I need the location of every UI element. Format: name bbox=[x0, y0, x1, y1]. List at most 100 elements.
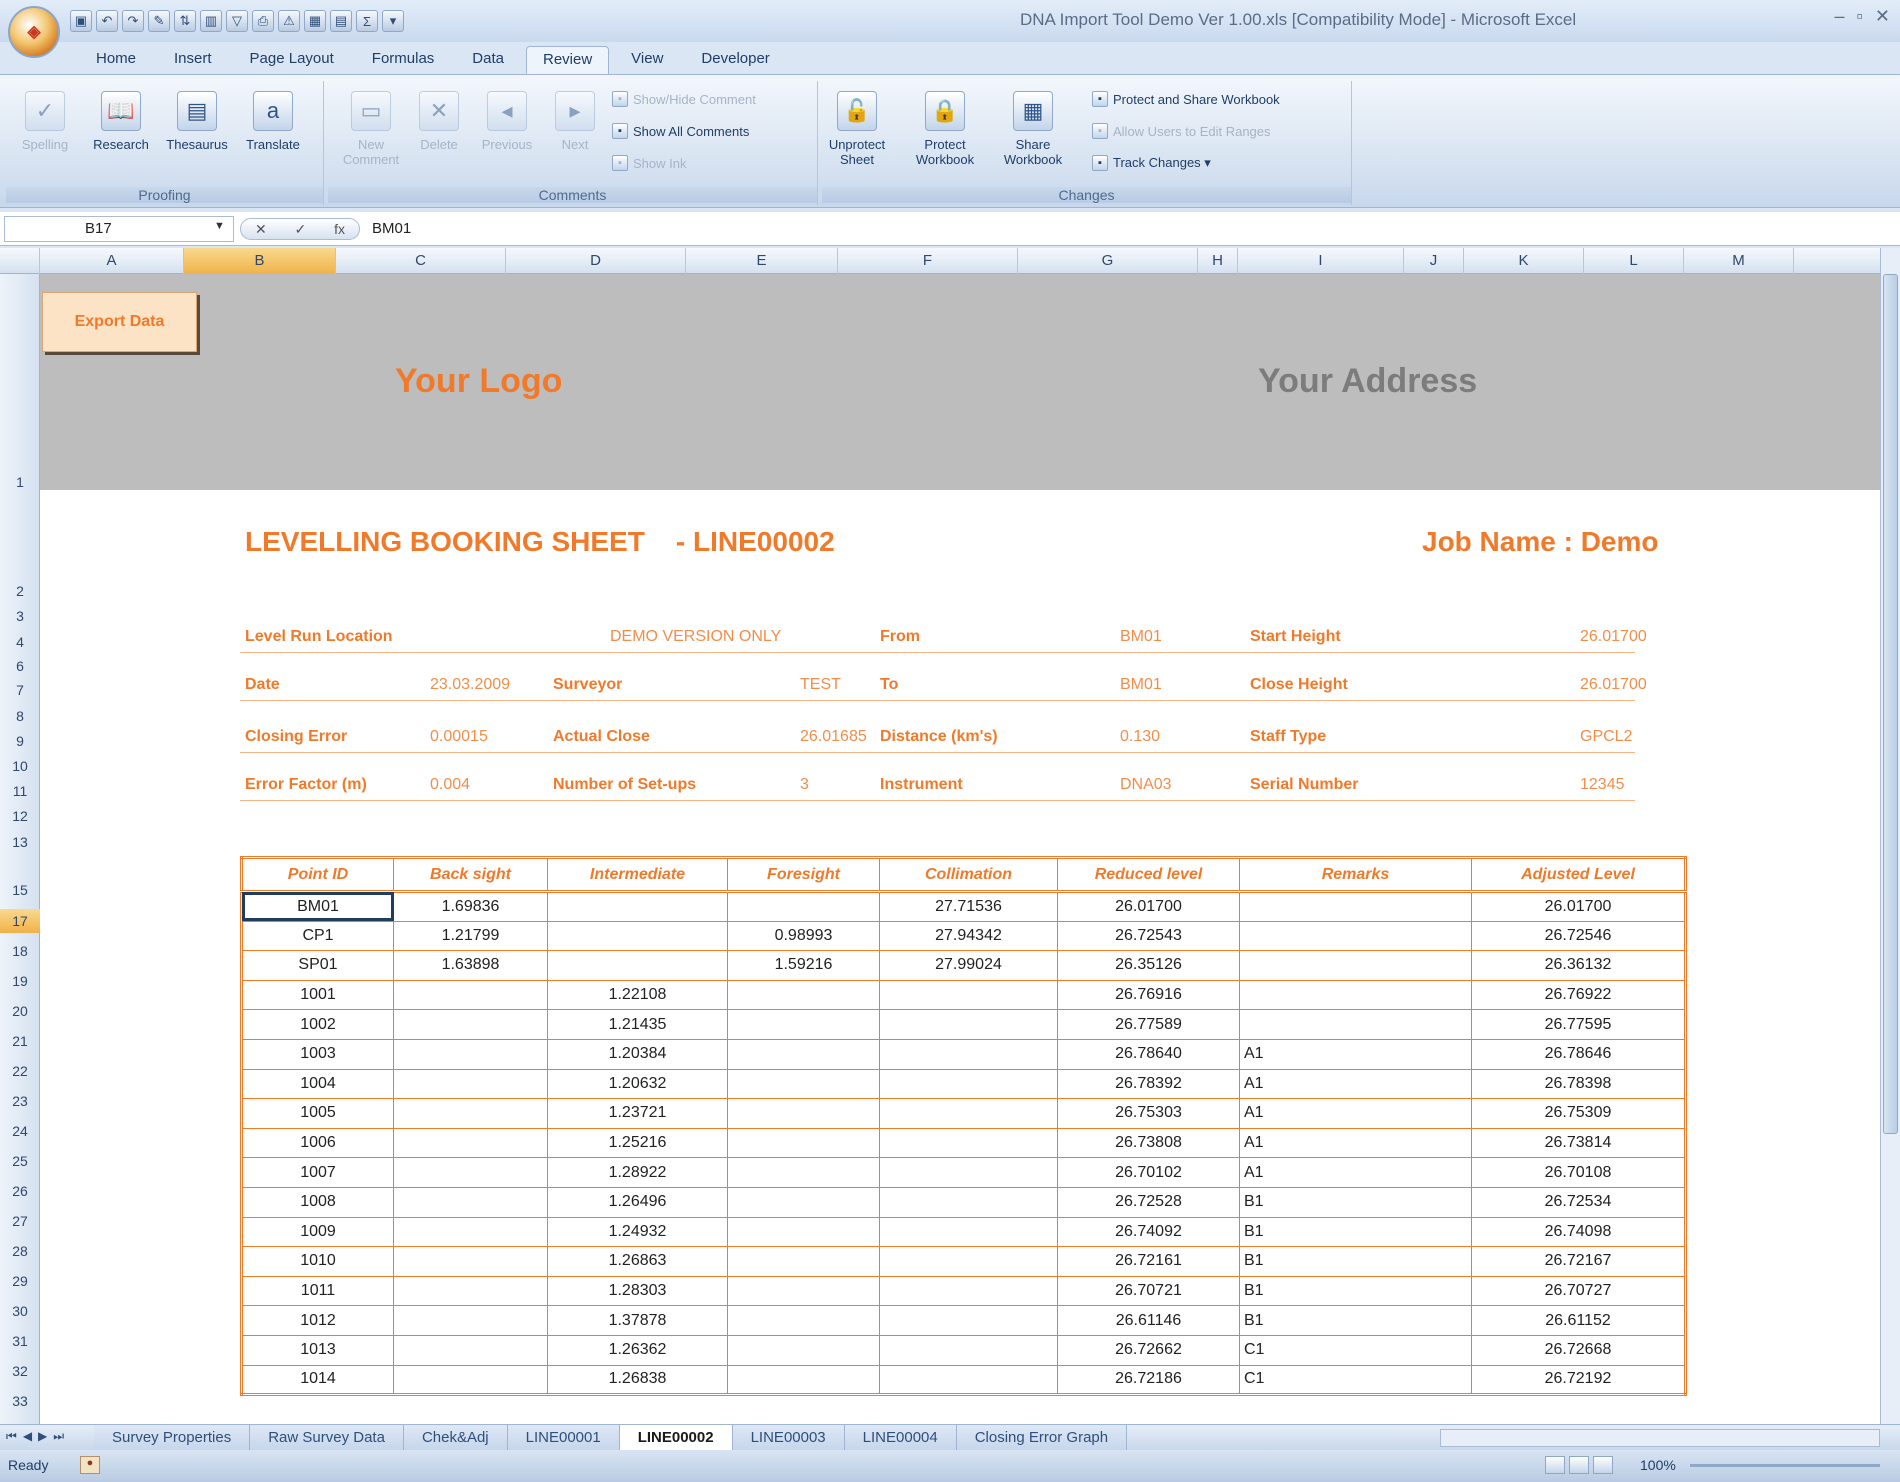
table-cell[interactable]: 1.26838 bbox=[547, 1364, 728, 1396]
tab-developer[interactable]: Developer bbox=[685, 46, 785, 74]
table-cell[interactable]: 1.22108 bbox=[547, 979, 728, 1011]
sheet-tab-line00003[interactable]: LINE00003 bbox=[732, 1425, 845, 1450]
table-cell[interactable]: 1.21435 bbox=[547, 1009, 728, 1040]
table-cell[interactable]: 26.78646 bbox=[1471, 1038, 1686, 1070]
tab-data[interactable]: Data bbox=[456, 46, 520, 74]
table-cell[interactable] bbox=[393, 1186, 548, 1218]
table-cell[interactable]: 26.72167 bbox=[1471, 1246, 1686, 1277]
table-cell[interactable] bbox=[727, 1098, 880, 1129]
insert-function-icon[interactable]: fx bbox=[334, 221, 345, 237]
table-cell[interactable]: 26.01700 bbox=[1057, 891, 1240, 922]
table-cell[interactable]: SP01 bbox=[241, 950, 394, 981]
table-cell[interactable] bbox=[547, 920, 728, 952]
table-cell[interactable]: 27.71536 bbox=[879, 891, 1058, 922]
row-header-9[interactable]: 9 bbox=[0, 729, 40, 753]
chevron-down-icon[interactable]: ▼ bbox=[214, 220, 225, 232]
row-header-8[interactable]: 8 bbox=[0, 704, 40, 728]
table-cell[interactable]: 26.76916 bbox=[1057, 979, 1240, 1011]
table-cell[interactable] bbox=[727, 1127, 880, 1159]
column-header-g[interactable]: G bbox=[1018, 248, 1198, 274]
table-cell[interactable]: B1 bbox=[1239, 1216, 1472, 1248]
unprotect-sheet-button[interactable]: 🔓 Unprotect Sheet bbox=[822, 91, 892, 167]
table-cell[interactable]: 1.59216 bbox=[727, 950, 880, 981]
table-cell[interactable]: 26.73814 bbox=[1471, 1127, 1686, 1159]
info-value-serial-number[interactable]: 12345 bbox=[1580, 776, 1625, 794]
row-header-4[interactable]: 4 bbox=[0, 630, 40, 654]
next-sheet-icon[interactable]: ▶ bbox=[38, 1429, 47, 1444]
redo-icon[interactable]: ↷ bbox=[122, 10, 144, 32]
table-cell[interactable]: 1005 bbox=[241, 1098, 394, 1129]
column-header-d[interactable]: D bbox=[506, 248, 686, 274]
info-value-distance-km-s[interactable]: 0.130 bbox=[1120, 728, 1160, 746]
table-cell[interactable] bbox=[879, 1364, 1058, 1396]
chevron-down-icon[interactable]: ▾ bbox=[382, 10, 404, 32]
table-cell[interactable] bbox=[727, 1068, 880, 1100]
table-cell[interactable]: 26.72186 bbox=[1057, 1364, 1240, 1396]
table-cell[interactable]: A1 bbox=[1239, 1098, 1472, 1129]
maximize-icon[interactable]: ▫ bbox=[1857, 6, 1863, 27]
table-cell[interactable] bbox=[393, 1127, 548, 1159]
table-cell[interactable] bbox=[393, 1038, 548, 1070]
sheet-tab-raw-survey-data[interactable]: Raw Survey Data bbox=[250, 1425, 404, 1450]
table-cell[interactable]: 26.77595 bbox=[1471, 1009, 1686, 1040]
name-box[interactable]: B17 bbox=[4, 216, 234, 242]
table-cell[interactable]: 1007 bbox=[241, 1157, 394, 1188]
info-value-date[interactable]: 23.03.2009 bbox=[430, 676, 510, 694]
table-cell[interactable] bbox=[393, 1364, 548, 1396]
row-header-24[interactable]: 24 bbox=[0, 1119, 40, 1143]
table-cell[interactable] bbox=[879, 1127, 1058, 1159]
table-cell[interactable]: 1008 bbox=[241, 1186, 394, 1218]
table-cell[interactable] bbox=[879, 1305, 1058, 1336]
tab-review[interactable]: Review bbox=[525, 46, 610, 74]
table-cell[interactable]: 26.78392 bbox=[1057, 1068, 1240, 1100]
table-cell[interactable] bbox=[1239, 979, 1472, 1011]
table-cell[interactable] bbox=[547, 950, 728, 981]
warning-icon[interactable]: ⚠ bbox=[278, 10, 300, 32]
row-header-29[interactable]: 29 bbox=[0, 1269, 40, 1293]
sigma-icon[interactable]: Σ bbox=[356, 10, 378, 32]
row-header-12[interactable]: 12 bbox=[0, 804, 40, 828]
table-cell[interactable]: 0.98993 bbox=[727, 920, 880, 952]
table-cell[interactable]: 27.99024 bbox=[879, 950, 1058, 981]
print-icon[interactable]: ⎙ bbox=[252, 10, 274, 32]
sheet-tab-closing-error-graph[interactable]: Closing Error Graph bbox=[956, 1425, 1128, 1450]
table-cell[interactable] bbox=[393, 1334, 548, 1366]
table-cell[interactable]: 1012 bbox=[241, 1305, 394, 1336]
row-header-3[interactable]: 3 bbox=[0, 604, 40, 628]
row-header-15[interactable]: 15 bbox=[0, 878, 40, 902]
table-cell[interactable]: 1.24932 bbox=[547, 1216, 728, 1248]
research-button[interactable]: 📖 Research bbox=[86, 91, 156, 152]
table-cell[interactable]: 1.37878 bbox=[547, 1305, 728, 1336]
table-cell[interactable] bbox=[393, 1157, 548, 1188]
table-cell[interactable] bbox=[393, 1216, 548, 1248]
new-comment-button[interactable]: ▭ New Comment bbox=[336, 91, 406, 167]
undo-icon[interactable]: ↶ bbox=[96, 10, 118, 32]
table-cell[interactable] bbox=[879, 1009, 1058, 1040]
table-cell[interactable]: 1003 bbox=[241, 1038, 394, 1070]
table-cell[interactable]: 26.70102 bbox=[1057, 1157, 1240, 1188]
sheet-tab-line00002[interactable]: LINE00002 bbox=[619, 1425, 733, 1450]
info-value-error-factor-m[interactable]: 0.004 bbox=[430, 776, 470, 794]
table-cell[interactable] bbox=[879, 979, 1058, 1011]
tab-view[interactable]: View bbox=[615, 46, 679, 74]
save-icon[interactable]: ▣ bbox=[70, 10, 92, 32]
row-header-31[interactable]: 31 bbox=[0, 1329, 40, 1353]
table-cell[interactable] bbox=[1239, 891, 1472, 922]
table-cell[interactable] bbox=[393, 1009, 548, 1040]
tab-formulas[interactable]: Formulas bbox=[356, 46, 451, 74]
table-cell[interactable]: B1 bbox=[1239, 1186, 1472, 1218]
sheet-tab-survey-properties[interactable]: Survey Properties bbox=[94, 1425, 251, 1450]
table-cell[interactable]: 1013 bbox=[241, 1334, 394, 1366]
table-cell[interactable] bbox=[1239, 920, 1472, 952]
table-cell[interactable]: 26.74092 bbox=[1057, 1216, 1240, 1248]
column-header-b[interactable]: B bbox=[184, 248, 336, 274]
chart-icon[interactable]: ▥ bbox=[200, 10, 222, 32]
zoom-level[interactable]: 100% bbox=[1640, 1457, 1676, 1473]
table-cell[interactable]: 26.35126 bbox=[1057, 950, 1240, 981]
info-value-to[interactable]: BM01 bbox=[1120, 676, 1162, 694]
previous-button[interactable]: ◂ Previous bbox=[472, 91, 542, 152]
table-cell[interactable] bbox=[727, 1157, 880, 1188]
table-cell[interactable] bbox=[879, 1246, 1058, 1277]
table-cell[interactable]: 1011 bbox=[241, 1275, 394, 1307]
table-cell[interactable]: C1 bbox=[1239, 1334, 1472, 1366]
